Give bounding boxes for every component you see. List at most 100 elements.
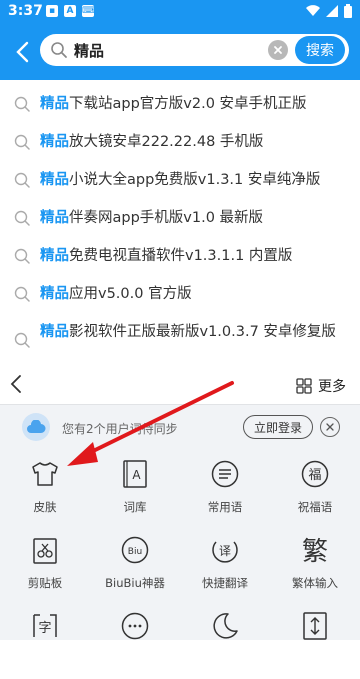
grid-item-night[interactable] [180,603,270,679]
back-button[interactable] [4,32,40,72]
blessing-icon: 福 [298,457,332,491]
sync-banner: 您有2个用户词待同步 立即登录 [0,411,360,445]
sim-icon: ▪ [46,5,58,17]
grid-item-label: 皮肤 [33,500,57,514]
keyword-highlight: 精品 [40,172,69,188]
battery-icon [344,4,352,18]
grid-item-traditional[interactable]: 繁 繁体输入 [270,527,360,603]
suggestion-rest: 免费电视直播软件v1.3.1.1 内置版 [69,248,293,264]
keyboard-icon: ⌨ [82,5,95,17]
chevron-left-icon [10,375,21,393]
suggestion-rest: 应用v5.0.0 官方版 [69,286,192,302]
grid-item-blessings[interactable]: 福 祝福语 [270,451,360,527]
status-time: 3:37 [8,3,43,19]
clipboard-icon [28,533,62,567]
keyboard-toolbar: 更多 [0,370,360,402]
search-icon [14,248,30,264]
suggestion-item[interactable]: 精品免费电视直播软件v1.3.1.1 内置版 [0,236,360,274]
grid-item-phrases[interactable]: 常用语 [180,451,270,527]
search-icon [14,134,30,150]
suggestion-rest: 伴奏网app手机版v1.0 最新版 [69,210,264,226]
suggestion-list: 精品下载站app官方版v2.0 安卓手机正版 精品放大镜安卓222.22.48 … [0,84,360,350]
resize-icon [298,609,332,643]
tshirt-icon [28,457,62,491]
grid-item-resize[interactable] [270,603,360,679]
grid-item-label: 快捷翻译 [202,576,248,590]
suggestion-rest: 小说大全app免费版v1.3.1 安卓纯净版 [69,172,321,188]
grid-item-dictionary[interactable]: A 词库 [90,451,180,527]
moon-icon [208,609,242,643]
suggestion-text: 精品小说大全app免费版v1.3.1 安卓纯净版 [40,169,320,198]
translate-icon: 译 [208,533,242,567]
search-icon [14,96,30,112]
grid-item-clipboard[interactable]: 剪贴板 [0,527,90,603]
signal-icon [326,5,338,17]
search-button[interactable]: 搜索 [295,36,345,64]
grid-item-chat[interactable] [90,603,180,679]
keyword-highlight: 精品 [40,134,69,150]
status-bar: 3:37 ▪ A ⌨ [0,0,360,24]
login-button[interactable]: 立即登录 [243,415,313,439]
suggestion-rest: 放大镜安卓222.22.48 手机版 [69,134,264,150]
grid-item-text[interactable]: 字 [0,603,90,679]
suggestion-item[interactable]: 精品影视软件正版最新版v1.0.3.7 安卓修复版 [0,312,360,350]
suggestion-text: 精品伴奏网app手机版v1.0 最新版 [40,207,263,236]
close-icon [326,423,334,431]
blessing-glyph: 福 [308,468,321,483]
keyword-highlight: 精品 [40,286,69,302]
keyword-highlight: 精品 [40,210,69,226]
grid-item-translate[interactable]: 译 快捷翻译 [180,527,270,603]
keyboard-panel: 您有2个用户词待同步 立即登录 皮肤 A 词库 常用语 福 祝福语 剪贴板 Bi… [0,404,360,640]
suggestion-text: 精品免费电视直播软件v1.3.1.1 内置版 [40,245,292,274]
suggestion-item[interactable]: 精品应用v5.0.0 官方版 [0,274,360,312]
grid-item-biubiu[interactable]: Biu BiuBiu神器 [90,527,180,603]
translate-glyph: 译 [219,544,231,558]
more-button[interactable]: 更多 [296,376,346,396]
traditional-glyph: 繁 [302,537,328,566]
search-icon [51,42,67,58]
sync-text: 您有2个用户词待同步 [62,422,178,436]
search-box: 搜索 [40,34,349,66]
more-label: 更多 [318,379,346,395]
suggestion-rest: 下载站app官方版v2.0 安卓手机正版 [69,96,307,112]
chat-icon [208,457,242,491]
grid-item-label: 词库 [123,500,147,514]
biu-icon: Biu [118,533,152,567]
suggestion-item[interactable]: 精品下载站app官方版v2.0 安卓手机正版 [0,84,360,122]
suggestion-item[interactable]: 精品伴奏网app手机版v1.0 最新版 [0,198,360,236]
chevron-left-icon [16,41,29,63]
suggestion-rest: 影视软件正版最新版v1.0.3.7 安卓修复版 [69,324,336,340]
wifi-icon [306,5,320,17]
keyword-highlight: 精品 [40,324,69,340]
dictionary-icon: A [118,457,152,491]
suggestion-text: 精品影视软件正版最新版v1.0.3.7 安卓修复版 [40,321,336,350]
cloud-icon [27,420,46,433]
keyword-highlight: 精品 [40,248,69,264]
status-notification-icons: ▪ A ⌨ [46,5,95,17]
close-icon [274,46,282,54]
dictionary-glyph: A [132,468,141,482]
search-icon [14,172,30,188]
biu-glyph: Biu [128,547,142,557]
suggestion-item[interactable]: 精品小说大全app免费版v1.3.1 安卓纯净版 [0,160,360,198]
grid-item-label: 剪贴板 [27,576,63,590]
search-icon [14,286,30,302]
search-input[interactable] [74,34,294,66]
text-icon: 字 [28,609,62,643]
keyboard-back-button[interactable] [10,374,22,398]
close-banner-button[interactable] [320,417,340,437]
traditional-icon: 繁 [298,533,332,567]
suggestion-item[interactable]: 精品放大镜安卓222.22.48 手机版 [0,122,360,160]
grid-item-skin[interactable]: 皮肤 [0,451,90,527]
suggestion-text: 精品放大镜安卓222.22.48 手机版 [40,131,263,160]
search-header: 搜索 [0,24,360,80]
search-icon [14,210,30,226]
keyword-highlight: 精品 [40,96,69,112]
grid-item-label: 祝福语 [297,500,333,514]
grid-item-label: 繁体输入 [292,576,338,590]
grid-icon [296,378,312,394]
grid-item-label: 常用语 [207,500,243,514]
a-icon: A [64,5,76,17]
clear-search-button[interactable] [268,40,288,60]
search-icon [14,332,30,348]
